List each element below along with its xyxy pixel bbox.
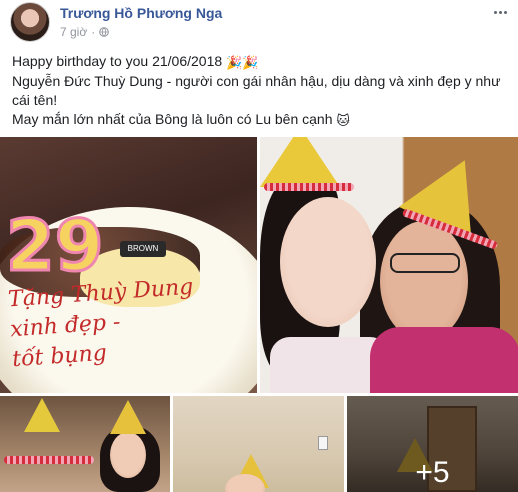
- party-popper-icon: 🎉🎉: [226, 55, 259, 70]
- candle-number: 29: [4, 205, 104, 287]
- thumbnail-party-hat: [24, 398, 60, 432]
- cake-writing: Tặng Thuỳ Dung xinh đẹp - tốt bụng: [7, 269, 253, 376]
- selfie-face-left: [280, 197, 376, 327]
- photo-birthday-cake[interactable]: 29 BROWN Tặng Thuỳ Dung xinh đẹp - tốt b…: [0, 137, 257, 393]
- light-switch: [318, 436, 328, 450]
- post-text-line: May mắn lớn nhất của Bông là luôn có Lu …: [12, 110, 506, 130]
- author-avatar[interactable]: [10, 2, 50, 42]
- cake-brand-plate: BROWN: [120, 241, 166, 257]
- thumbnail-tinsel: [4, 456, 94, 464]
- facebook-post: Trương Hồ Phương Nga 7 giờ · Happy birth…: [0, 0, 518, 492]
- globe-icon[interactable]: [99, 27, 110, 37]
- thumbnail-face: [110, 432, 146, 478]
- more-options-icon[interactable]: [490, 4, 510, 20]
- photo-thumbnail-1[interactable]: [0, 396, 170, 492]
- meta-separator: ·: [91, 25, 96, 39]
- post-text-line2: Nguyễn Đức Thuỳ Dung - người con gái nhâ…: [12, 73, 501, 108]
- post-timestamp[interactable]: 7 giờ: [60, 25, 87, 39]
- more-photos-overlay[interactable]: +5: [347, 396, 518, 492]
- photo-thumbnail-2[interactable]: [173, 396, 344, 492]
- thumbnail-party-hat: [110, 400, 146, 434]
- photo-thumbnail-3[interactable]: +5: [347, 396, 518, 492]
- tinsel-left: [264, 183, 354, 191]
- selfie-face-right: [380, 221, 468, 341]
- glasses: [390, 253, 460, 273]
- post-text: Happy birthday to you 21/06/2018 🎉🎉 Nguy…: [12, 52, 506, 130]
- post-text-line3: May mắn lớn nhất của Bông là luôn có Lu …: [12, 111, 333, 127]
- post-meta: 7 giờ ·: [60, 25, 110, 39]
- more-photos-count: +5: [415, 456, 450, 489]
- post-text-line1: Happy birthday to you 21/06/2018: [12, 53, 223, 69]
- party-hat-left: [260, 137, 340, 187]
- post-text-line: Happy birthday to you 21/06/2018 🎉🎉: [12, 52, 506, 72]
- author-name-link[interactable]: Trương Hồ Phương Nga: [60, 5, 222, 21]
- cat-emoji-icon: 🐱: [336, 113, 350, 128]
- selfie-shirt-right: [370, 327, 518, 393]
- photo-selfie[interactable]: [260, 137, 518, 393]
